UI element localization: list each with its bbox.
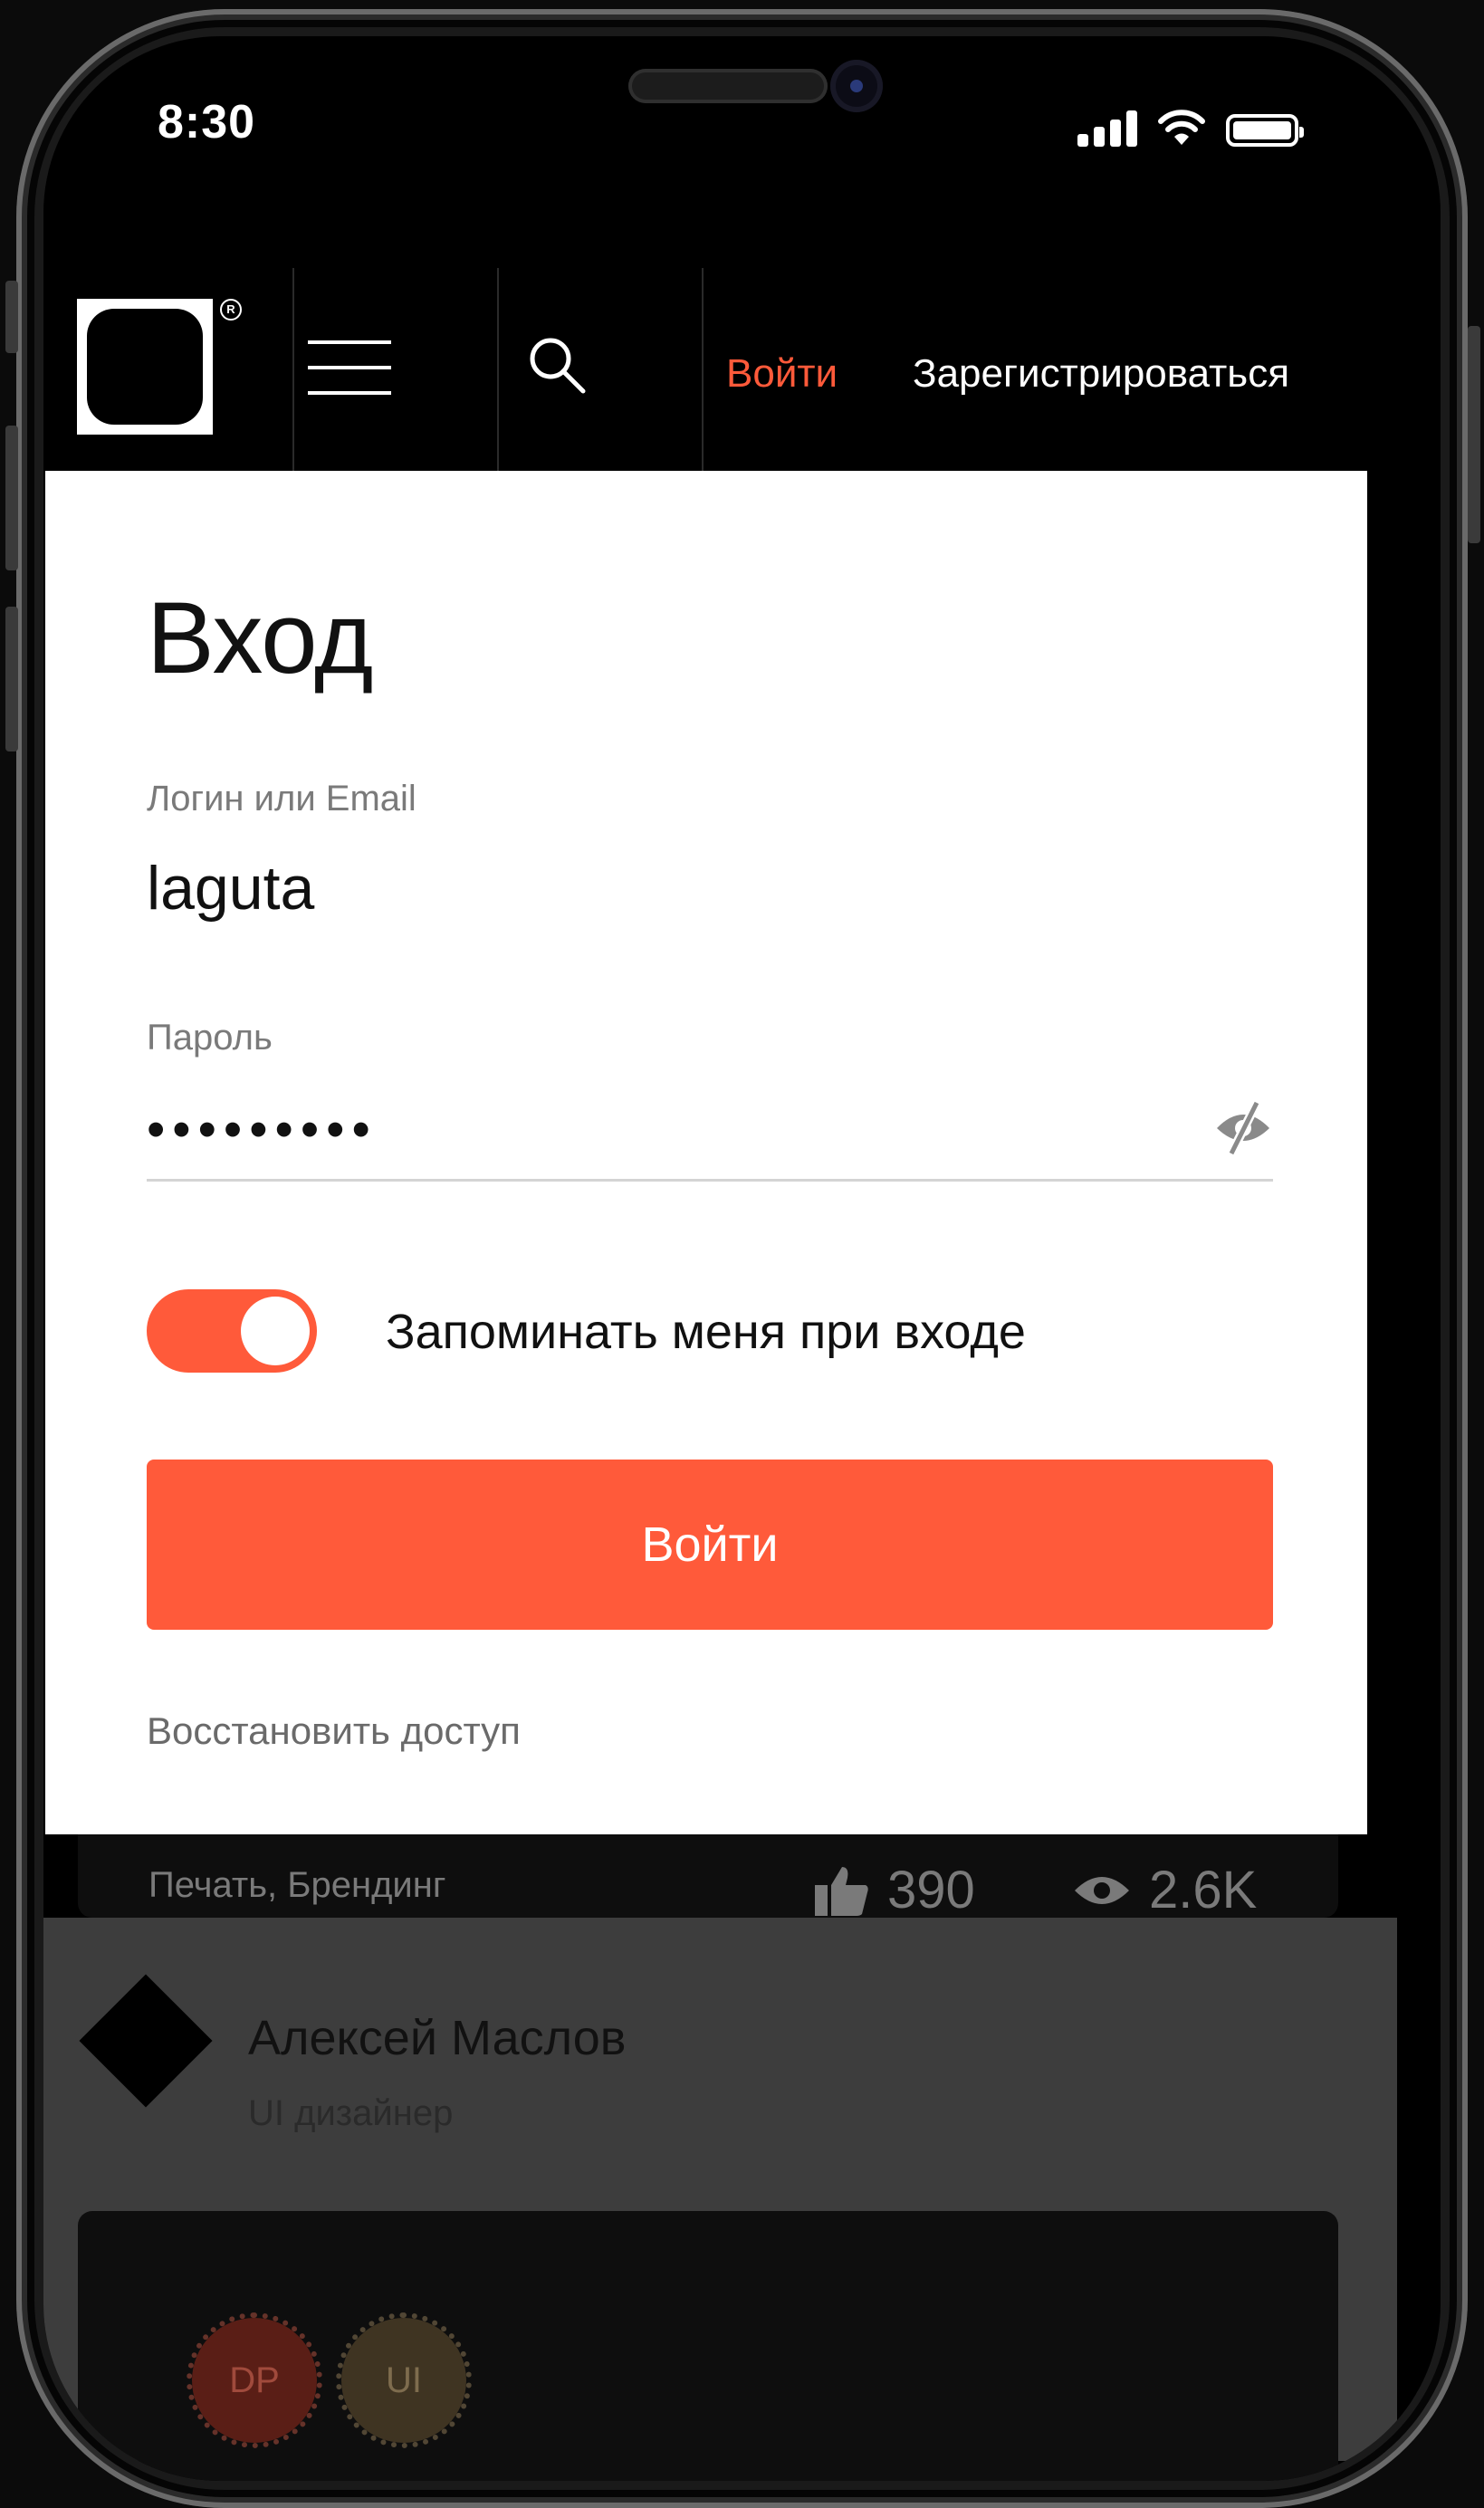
eye-icon — [1075, 1876, 1129, 1904]
login-field-label: Логин или Email — [147, 779, 416, 818]
eye-off-icon[interactable] — [1211, 1096, 1275, 1159]
author-role: UI дизайнер — [248, 2093, 454, 2133]
author-name: Алексей Маслов — [248, 2011, 627, 2065]
remember-me-toggle[interactable] — [147, 1289, 317, 1373]
device-volume-up — [5, 426, 18, 570]
header-divider — [497, 268, 499, 471]
login-submit-button[interactable]: Войти — [147, 1460, 1273, 1630]
views-counter: 2.6K — [1073, 1860, 1257, 1920]
app-header: R Войти Зарегистрироваться — [43, 268, 1397, 471]
registered-mark-icon: R — [220, 299, 242, 321]
phone-screen: 8:30 R Войти Зарегистрироваться Печать, … — [43, 36, 1441, 2481]
restore-access-link[interactable]: Восстановить доступ — [147, 1709, 521, 1753]
modal-title: Вход — [147, 581, 373, 694]
password-underline — [147, 1179, 1273, 1182]
wifi-icon — [1158, 110, 1205, 145]
status-time: 8:30 — [158, 96, 256, 148]
toggle-knob — [241, 1297, 310, 1365]
earpiece-speaker — [628, 69, 828, 103]
badge-dp: DP — [187, 2312, 322, 2448]
logo[interactable] — [77, 299, 213, 435]
remember-me-label: Запоминать меня при входе — [386, 1305, 1026, 1359]
feed-card-tags: Печать, Брендинг — [148, 1865, 446, 1905]
header-divider — [702, 268, 704, 471]
battery-icon — [1226, 114, 1304, 147]
device-power-button — [1468, 326, 1480, 543]
header-register-link[interactable]: Зарегистрироваться — [913, 351, 1289, 397]
device-volume-down — [5, 607, 18, 751]
password-field-label: Пароль — [147, 1018, 273, 1058]
views-count: 2.6K — [1149, 1861, 1258, 1919]
device-mute-switch — [5, 281, 18, 353]
likes-counter: 390 — [815, 1860, 975, 1920]
password-input[interactable]: ••••••••• — [147, 1103, 378, 1157]
login-input[interactable] — [147, 853, 1233, 924]
likes-count: 390 — [887, 1861, 975, 1919]
thumbs-up-icon — [815, 1866, 868, 1916]
signal-icon — [1077, 110, 1137, 147]
header-login-link[interactable]: Войти — [726, 351, 838, 397]
search-icon[interactable] — [525, 333, 589, 397]
badge-ui: UI — [336, 2312, 472, 2448]
front-camera — [830, 60, 883, 112]
hamburger-icon — [308, 340, 391, 344]
header-divider — [292, 268, 294, 471]
menu-button[interactable] — [308, 340, 391, 395]
status-icons — [1077, 101, 1304, 147]
